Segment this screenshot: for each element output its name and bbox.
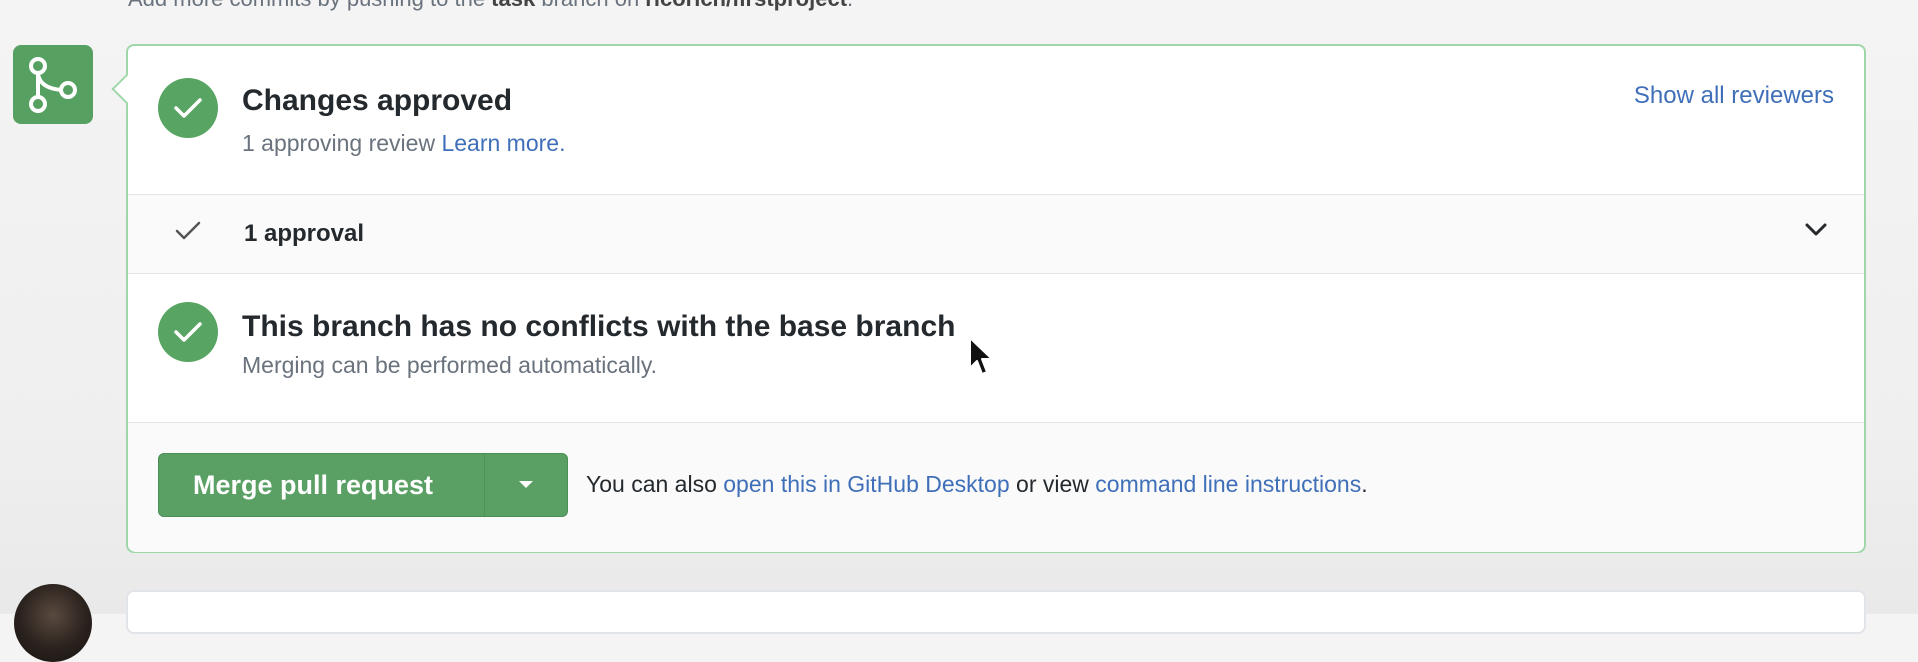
merge-options-dropdown[interactable] [485,454,567,516]
approval-count: 1 approval [244,220,365,247]
branch-name: task [491,0,535,11]
git-merge-icon [13,45,93,124]
chevron-down-icon[interactable] [1804,222,1828,238]
merge-box: Changes approved 1 approving review Lear… [126,44,1866,553]
check-icon [158,302,218,362]
avatar[interactable] [14,584,92,662]
merge-alternatives-text: You can also open this in GitHub Desktop… [586,471,1368,497]
caret-down-icon [519,481,533,488]
command-line-instructions-link[interactable]: command line instructions [1095,471,1361,497]
merge-button-group: Merge pull request [158,453,568,517]
check-icon [175,221,201,240]
learn-more-link[interactable]: Learn more. [441,130,565,156]
conflicts-subtitle: Merging can be performed automatically. [242,352,658,378]
mouse-pointer-icon [969,337,993,375]
repo-name: ricorich/firstproject [645,0,847,11]
check-icon [158,78,218,138]
approvals-row[interactable]: 1 approval [128,194,1864,274]
merge-actions-section: Merge pull request You can also open thi… [128,422,1864,552]
push-instructions: Add more commits by pushing to the task … [128,0,853,12]
review-status-section: Changes approved 1 approving review Lear… [128,46,1864,194]
review-status-title: Changes approved [242,84,513,117]
conflicts-title: This branch has no conflicts with the ba… [242,310,956,343]
show-all-reviewers-link[interactable]: Show all reviewers [1634,82,1834,110]
merge-pull-request-button[interactable]: Merge pull request [159,454,485,516]
review-status-subtitle: 1 approving review Learn more. [242,130,566,156]
github-desktop-link[interactable]: open this in GitHub Desktop [723,471,1009,497]
next-timeline-card [126,590,1866,634]
conflicts-section: This branch has no conflicts with the ba… [128,272,1864,422]
